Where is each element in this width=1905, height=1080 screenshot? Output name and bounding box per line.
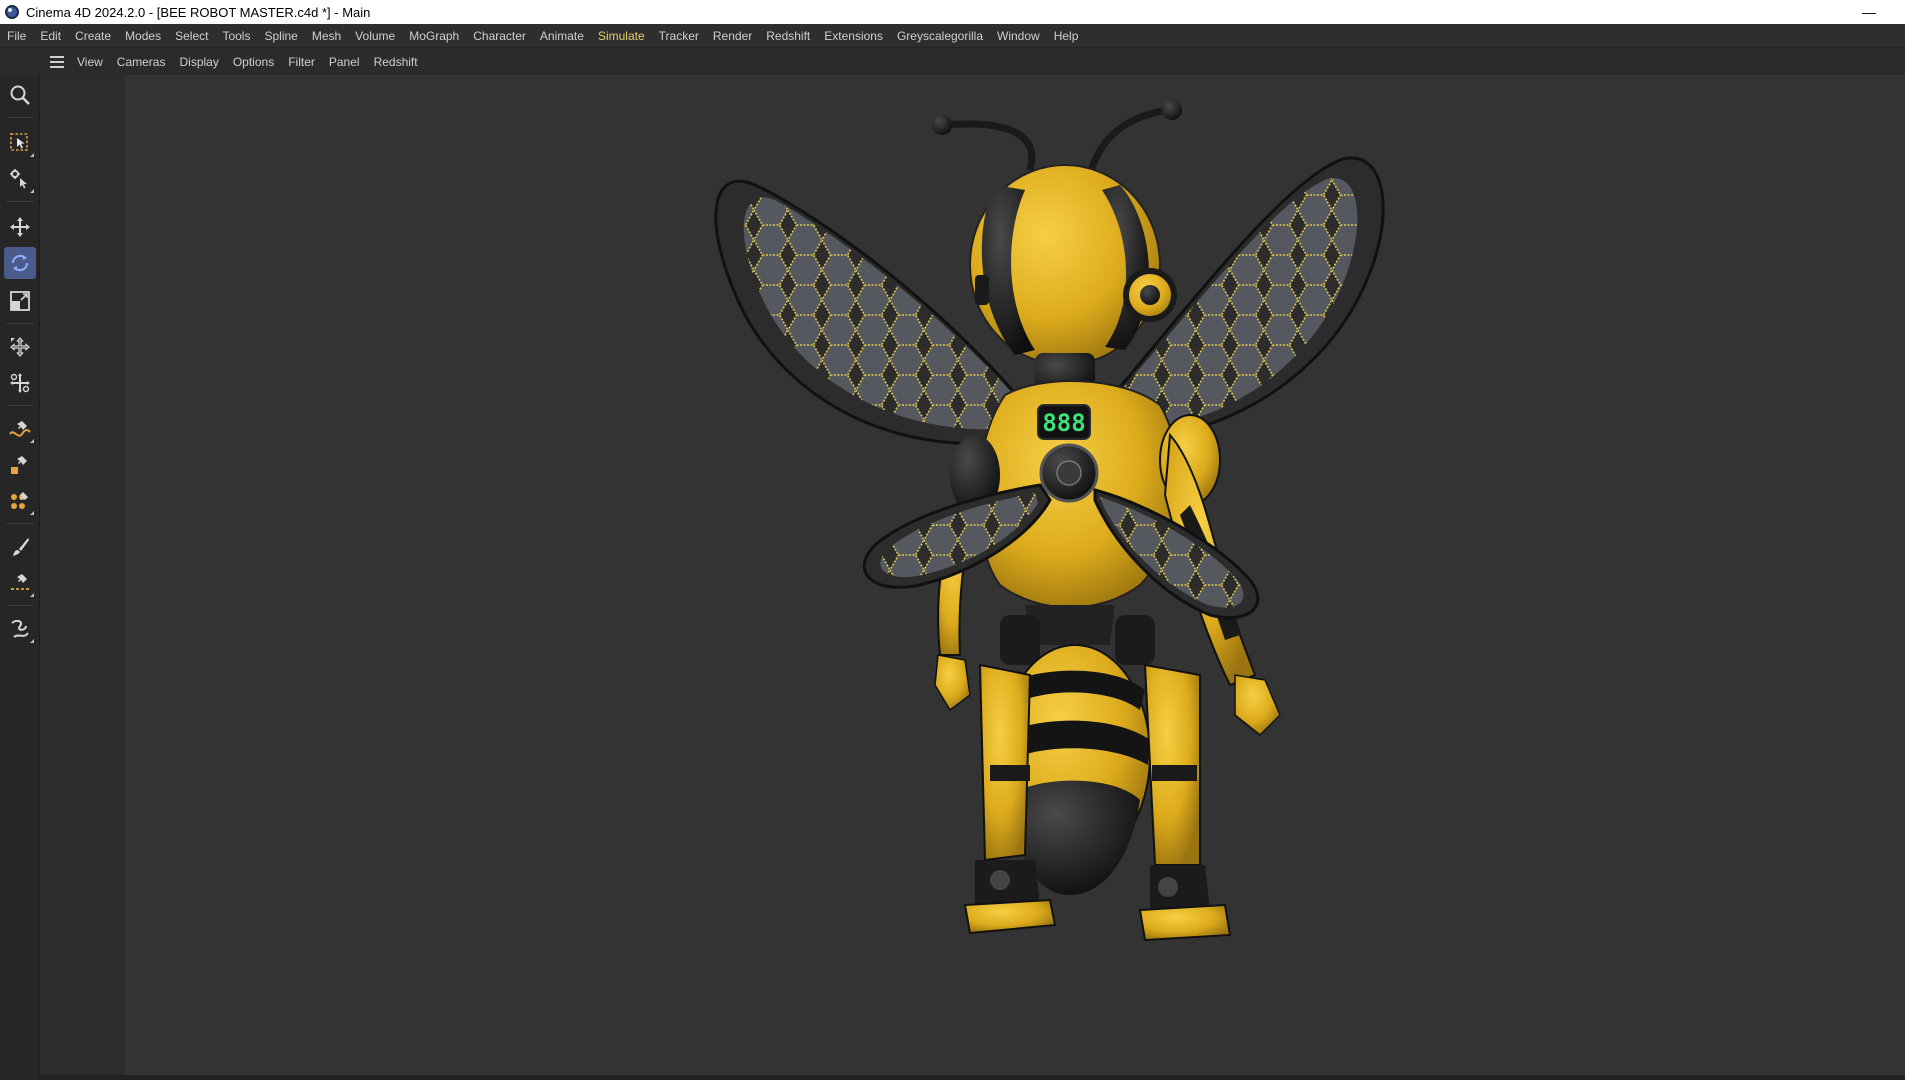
spline-pen-icon xyxy=(9,421,31,437)
viewport-bottom-edge xyxy=(40,1075,1905,1080)
brush-icon xyxy=(13,538,29,556)
menu-help[interactable]: Help xyxy=(1047,24,1086,48)
tool-palette xyxy=(0,75,40,1080)
menu-redshift[interactable]: Redshift xyxy=(759,24,817,48)
search-tool-button[interactable] xyxy=(4,79,36,111)
hamburger-icon xyxy=(50,56,64,68)
brush-tool-button[interactable] xyxy=(4,531,36,563)
menu-mesh[interactable]: Mesh xyxy=(305,24,348,48)
menu-character[interactable]: Character xyxy=(466,24,533,48)
live-selection-button[interactable] xyxy=(4,127,36,159)
menu-modes[interactable]: Modes xyxy=(118,24,168,48)
menu-create[interactable]: Create xyxy=(68,24,118,48)
perspective-viewport[interactable]: 888 xyxy=(40,75,1905,1075)
viewport-menu-redshift[interactable]: Redshift xyxy=(367,50,425,74)
transform-tool-button[interactable] xyxy=(4,331,36,363)
menu-select[interactable]: Select xyxy=(168,24,215,48)
menu-file[interactable]: File xyxy=(0,24,33,48)
main-menu-bar: File Edit Create Modes Select Tools Spline Mesh… xyxy=(0,24,1905,48)
bee-screen-display: 888 xyxy=(1042,409,1085,437)
knife-icon xyxy=(11,574,29,590)
viewport-menu-filter[interactable]: Filter xyxy=(281,50,322,74)
sculpt-tool-button[interactable] xyxy=(4,485,36,517)
menu-greyscalegorilla[interactable]: Greyscalegorilla xyxy=(890,24,990,48)
polygon-pen-icon xyxy=(11,456,27,474)
viewport-menu-display[interactable]: Display xyxy=(172,50,225,74)
menu-tracker[interactable]: Tracker xyxy=(652,24,706,48)
snap-tool-button[interactable] xyxy=(4,367,36,399)
menu-render[interactable]: Render xyxy=(706,24,759,48)
viewport-menu-cameras[interactable]: Cameras xyxy=(110,50,173,74)
selection-tool-icon xyxy=(10,169,27,189)
menu-edit[interactable]: Edit xyxy=(33,24,68,48)
menu-window[interactable]: Window xyxy=(990,24,1047,48)
sculpt-icon xyxy=(11,492,28,509)
selection-tool-button[interactable] xyxy=(4,163,36,195)
viewport-menu-options[interactable]: Options xyxy=(226,50,281,74)
weld-tool-button[interactable] xyxy=(4,613,36,645)
rotate-icon xyxy=(11,254,29,272)
minimize-button[interactable]: — xyxy=(1861,4,1877,20)
move-icon xyxy=(10,217,30,237)
transform-icon xyxy=(9,336,31,358)
title-bar: Cinema 4D 2024.2.0 - [BEE ROBOT MASTER.c… xyxy=(0,0,1905,24)
snap-icon xyxy=(10,373,30,393)
bee-robot-model: 888 xyxy=(714,100,1385,942)
window-title: Cinema 4D 2024.2.0 - [BEE ROBOT MASTER.c… xyxy=(26,4,371,20)
menu-simulate[interactable]: Simulate xyxy=(591,24,652,48)
rotate-tool-button[interactable] xyxy=(4,247,36,279)
polygon-pen-button[interactable] xyxy=(4,449,36,481)
menu-spline[interactable]: Spline xyxy=(257,24,304,48)
move-tool-button[interactable] xyxy=(4,211,36,243)
cinema4d-logo-icon xyxy=(5,5,19,19)
viewport-menu-bar: View Cameras Display Options Filter Panel Reds… xyxy=(40,50,1905,74)
menu-tools[interactable]: Tools xyxy=(215,24,257,48)
scale-icon xyxy=(10,291,30,311)
menu-mograph[interactable]: MoGraph xyxy=(402,24,466,48)
live-selection-icon xyxy=(10,133,28,151)
minimize-icon: — xyxy=(1862,4,1876,20)
viewport-panel-menu-button[interactable] xyxy=(44,56,70,68)
viewport-menu-panel[interactable]: Panel xyxy=(322,50,367,74)
viewport-menu-view[interactable]: View xyxy=(70,50,110,74)
knife-tool-button[interactable] xyxy=(4,567,36,599)
scale-tool-button[interactable] xyxy=(4,285,36,317)
search-icon xyxy=(10,85,30,105)
spline-pen-button[interactable] xyxy=(4,413,36,445)
menu-extensions[interactable]: Extensions xyxy=(817,24,890,48)
menu-animate[interactable]: Animate xyxy=(533,24,591,48)
weld-icon xyxy=(11,619,29,638)
menu-volume[interactable]: Volume xyxy=(348,24,402,48)
